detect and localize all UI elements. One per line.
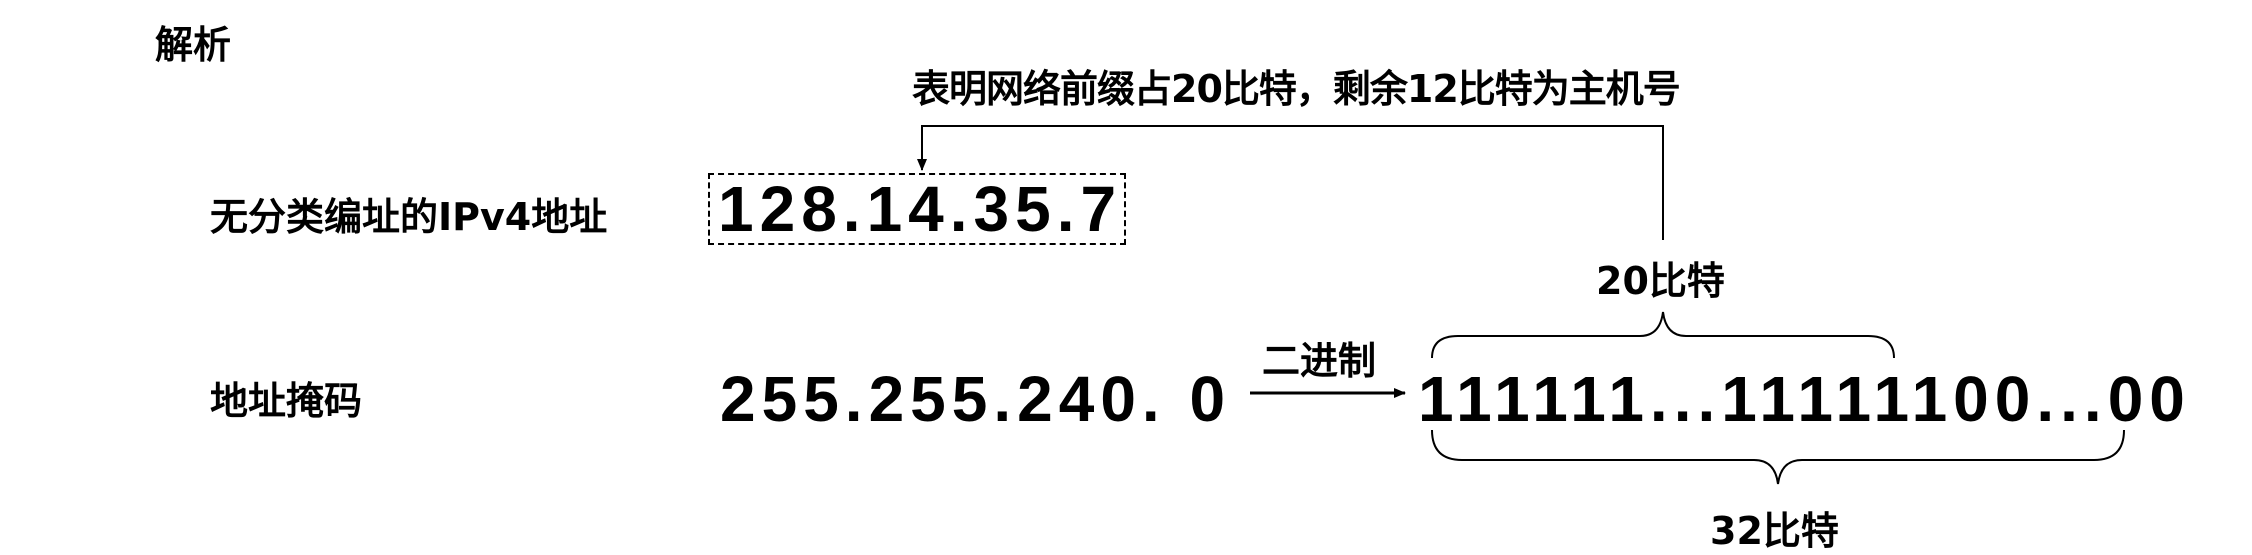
connector-lines	[917, 125, 2125, 485]
prefix-brace	[1431, 311, 1895, 359]
prefix-connector-arrow	[917, 125, 1664, 240]
total-brace	[1431, 429, 2125, 485]
